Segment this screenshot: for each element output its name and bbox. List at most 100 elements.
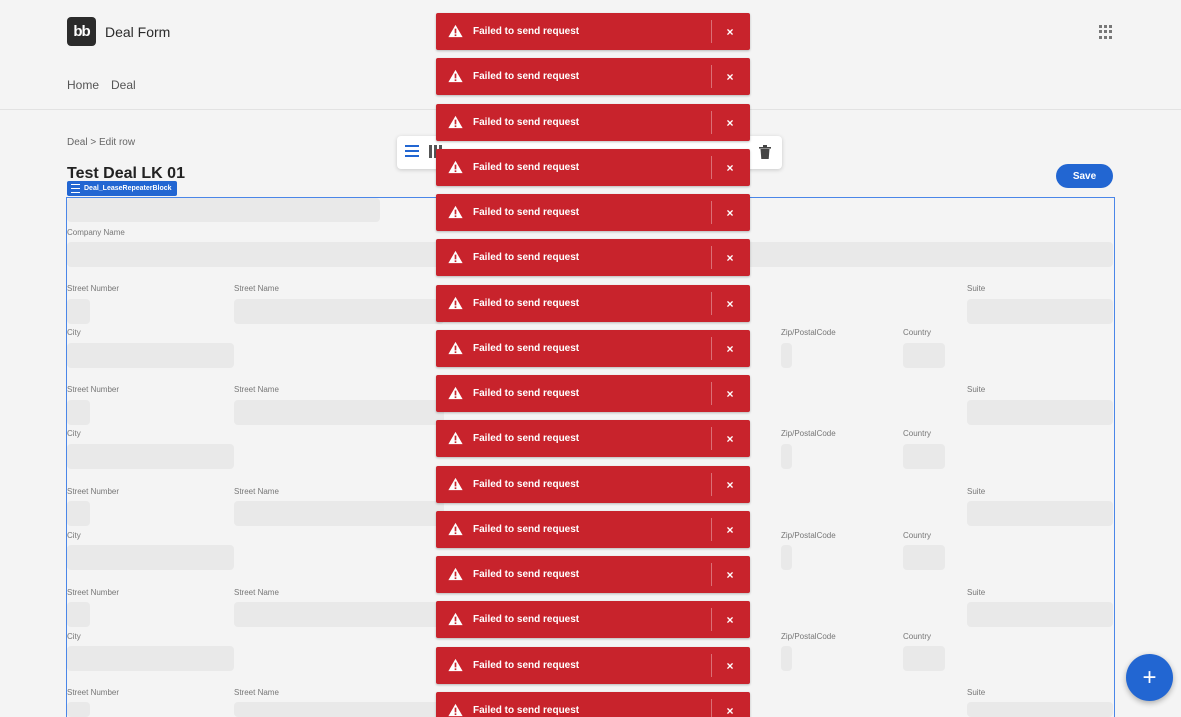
country-field[interactable] [903, 444, 945, 469]
street-name-field[interactable] [234, 501, 444, 526]
warning-icon [448, 115, 463, 129]
toast-message: Failed to send request [473, 614, 580, 625]
toast-divider [711, 246, 712, 269]
nav-home-link[interactable]: Home [67, 78, 99, 92]
add-fab-button[interactable]: + [1126, 654, 1173, 701]
street-name-field[interactable] [234, 702, 444, 717]
toast-divider [711, 156, 712, 179]
toast-divider [711, 473, 712, 496]
error-toast: Failed to send request × [436, 239, 750, 276]
toast-message: Failed to send request [473, 660, 580, 671]
error-toast: Failed to send request × [436, 601, 750, 638]
toast-message: Failed to send request [473, 207, 580, 218]
toast-divider [711, 518, 712, 541]
street-name-field[interactable] [234, 602, 444, 627]
error-toast: Failed to send request × [436, 647, 750, 684]
country-field[interactable] [903, 545, 945, 570]
street-name-field[interactable] [234, 299, 444, 324]
close-icon[interactable]: × [719, 700, 741, 717]
suite-field[interactable] [967, 501, 1113, 526]
toast-message: Failed to send request [473, 343, 580, 354]
toast-divider [711, 654, 712, 677]
zip-label: Zip/PostalCode [781, 429, 836, 438]
block-tag[interactable]: Deal_LeaseRepeaterBlock [67, 181, 177, 196]
toast-divider [711, 427, 712, 450]
city-label: City [67, 531, 81, 540]
suite-field[interactable] [967, 602, 1113, 627]
close-icon[interactable]: × [719, 655, 741, 677]
toast-message: Failed to send request [473, 524, 580, 535]
zip-field[interactable] [781, 646, 792, 671]
street-name-label: Street Name [234, 487, 279, 496]
street-number-field[interactable] [67, 501, 90, 526]
nav-deal-link[interactable]: Deal [111, 78, 136, 92]
suite-field[interactable] [967, 400, 1113, 425]
suite-field[interactable] [967, 299, 1113, 324]
close-icon[interactable]: × [719, 474, 741, 496]
toast-message: Failed to send request [473, 569, 580, 580]
toast-message: Failed to send request [473, 479, 580, 490]
street-number-label: Street Number [67, 487, 120, 496]
breadcrumb[interactable]: Deal > Edit row [67, 137, 135, 148]
city-label: City [67, 632, 81, 641]
toast-divider [711, 563, 712, 586]
close-icon[interactable]: × [719, 428, 741, 450]
close-icon[interactable]: × [719, 564, 741, 586]
toast-message: Failed to send request [473, 388, 580, 399]
zip-field[interactable] [781, 343, 792, 368]
street-name-label: Street Name [234, 385, 279, 394]
close-icon[interactable]: × [719, 338, 741, 360]
close-icon[interactable]: × [719, 247, 741, 269]
street-number-field[interactable] [67, 602, 90, 627]
close-icon[interactable]: × [719, 383, 741, 405]
app-logo[interactable]: bb [67, 17, 96, 46]
country-field[interactable] [903, 343, 945, 368]
street-number-field[interactable] [67, 299, 90, 324]
city-label: City [67, 429, 81, 438]
error-toast: Failed to send request × [436, 511, 750, 548]
close-icon[interactable]: × [719, 519, 741, 541]
zip-field[interactable] [781, 444, 792, 469]
header-skeleton [67, 198, 380, 222]
list-layout-icon[interactable] [405, 145, 419, 159]
street-name-label: Street Name [234, 588, 279, 597]
country-field[interactable] [903, 646, 945, 671]
apps-grid-icon[interactable] [1099, 25, 1113, 39]
warning-icon [448, 205, 463, 219]
city-field[interactable] [67, 343, 234, 368]
block-tag-label: Deal_LeaseRepeaterBlock [84, 185, 172, 192]
zip-field[interactable] [781, 545, 792, 570]
toast-message: Failed to send request [473, 162, 580, 173]
toast-divider [711, 292, 712, 315]
toast-message: Failed to send request [473, 298, 580, 309]
close-icon[interactable]: × [719, 112, 741, 134]
street-number-label: Street Number [67, 688, 120, 697]
warning-icon [448, 431, 463, 445]
close-icon[interactable]: × [719, 202, 741, 224]
error-toast: Failed to send request × [436, 692, 750, 717]
close-icon[interactable]: × [719, 157, 741, 179]
suite-field[interactable] [967, 702, 1113, 717]
warning-icon [448, 69, 463, 83]
zip-label: Zip/PostalCode [781, 632, 836, 641]
close-icon[interactable]: × [719, 293, 741, 315]
country-label: Country [903, 632, 932, 641]
street-name-field[interactable] [234, 400, 444, 425]
close-icon[interactable]: × [719, 609, 741, 631]
warning-icon [448, 160, 463, 174]
toast-divider [711, 337, 712, 360]
city-field[interactable] [67, 444, 234, 469]
error-toast: Failed to send request × [436, 420, 750, 457]
city-field[interactable] [67, 545, 234, 570]
save-button[interactable]: Save [1056, 164, 1113, 188]
close-icon[interactable]: × [719, 21, 741, 43]
app-title: Deal Form [105, 24, 171, 40]
close-icon[interactable]: × [719, 66, 741, 88]
street-number-field[interactable] [67, 702, 90, 717]
country-label: Country [903, 531, 932, 540]
trash-icon[interactable] [759, 145, 773, 159]
city-field[interactable] [67, 646, 234, 671]
street-number-field[interactable] [67, 400, 90, 425]
error-toast: Failed to send request × [436, 466, 750, 503]
suite-label: Suite [967, 588, 986, 597]
